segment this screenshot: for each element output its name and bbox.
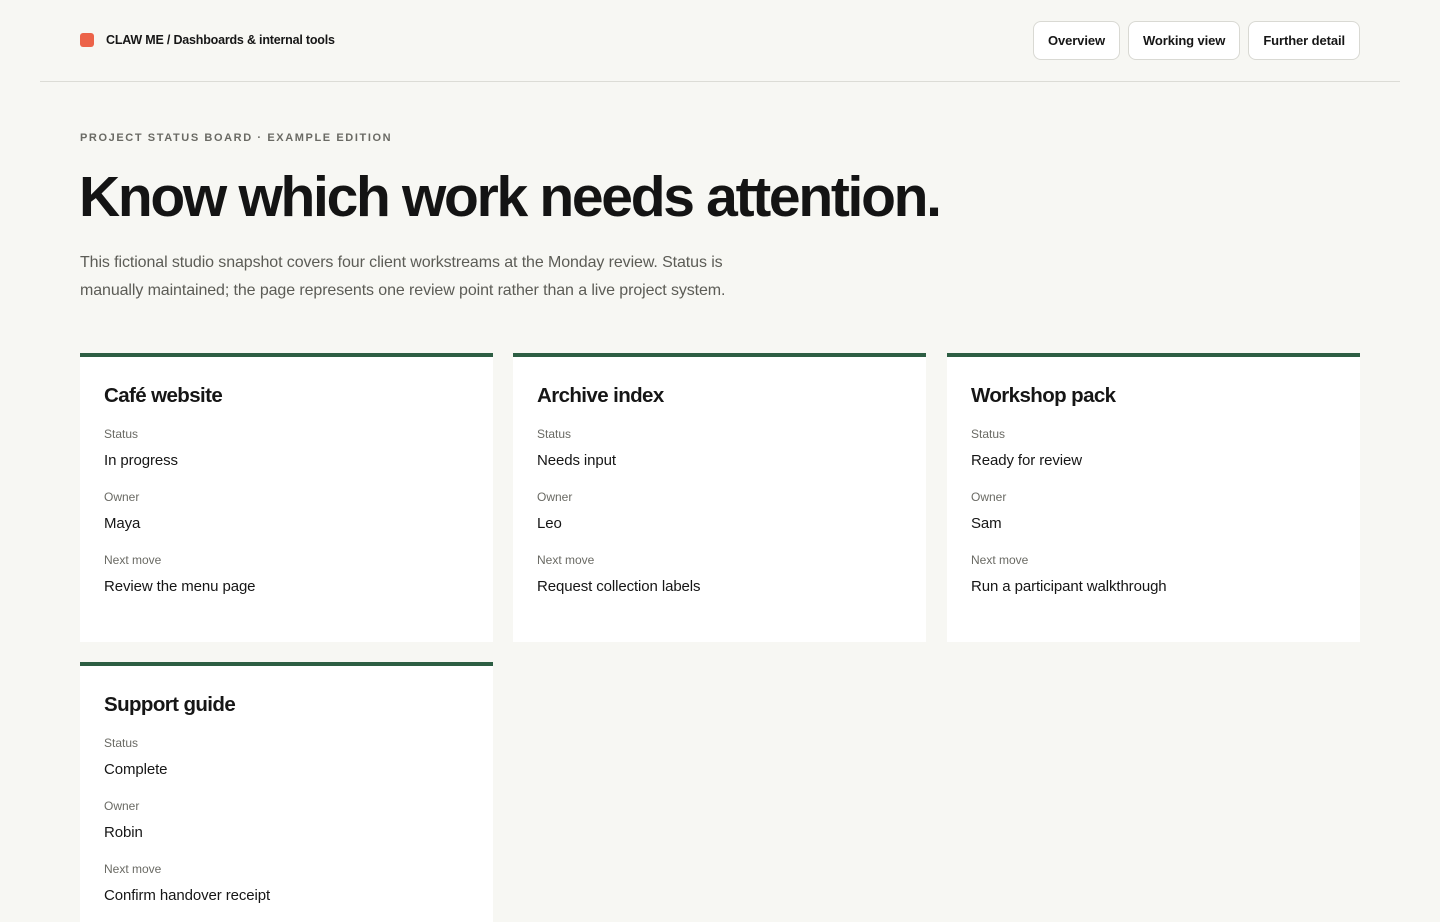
next-move-value: Run a participant walkthrough [971,578,1167,595]
next-move-label: Next move [104,553,162,567]
next-move-value: Review the menu page [104,578,256,595]
owner-value: Leo [537,515,562,532]
page-intro: This fictional studio snapshot covers fo… [80,254,726,299]
project-card-archive-index: Archive index Status Needs input Owner L… [513,353,926,642]
project-card-support-guide: Support guide Status Complete Owner Robi… [80,662,493,922]
status-label: Status [537,427,572,441]
project-title: Archive index [537,384,664,407]
project-title: Café website [104,384,223,407]
status-value: Complete [104,761,168,778]
brand-breadcrumb: CLAW ME / Dashboards & internal tools [106,33,335,47]
status-value: Needs input [537,452,616,469]
owner-label: Owner [104,490,140,504]
owner-value: Sam [971,515,1002,532]
status-label: Status [104,736,139,750]
project-card-cafe-website: Café website Status In progress Owner Ma… [80,353,493,642]
next-move-label: Next move [104,862,162,876]
project-title: Workshop pack [971,384,1116,407]
page-eyebrow: PROJECT STATUS BOARD · EXAMPLE EDITION [80,132,393,144]
owner-value: Maya [104,515,141,532]
nav-overview-button[interactable]: Overview [1032,21,1120,60]
project-card-workshop-pack: Workshop pack Status Ready for review Ow… [947,353,1360,642]
next-move-value: Confirm handover receipt [104,887,271,904]
nav-working-view-button[interactable]: Working view [1127,21,1241,60]
page-title: Know which work needs attention. [79,165,942,229]
top-bar: CLAW ME / Dashboards & internal tools Ov… [40,0,1400,82]
status-value: Ready for review [971,452,1082,469]
status-label: Status [971,427,1006,441]
next-move-label: Next move [537,553,595,567]
status-value: In progress [104,452,178,469]
brand-mark-icon [80,33,94,47]
owner-value: Robin [104,824,143,841]
project-title: Support guide [104,693,236,716]
next-move-label: Next move [971,553,1029,567]
owner-label: Owner [537,490,573,504]
owner-label: Owner [104,799,140,813]
nav-further-detail-button[interactable]: Further detail [1248,21,1360,60]
brand[interactable]: CLAW ME / Dashboards & internal tools [80,33,335,47]
owner-label: Owner [971,490,1007,504]
next-move-value: Request collection labels [537,578,701,595]
status-label: Status [104,427,139,441]
top-nav: Overview Working view Further detail [1032,21,1360,60]
